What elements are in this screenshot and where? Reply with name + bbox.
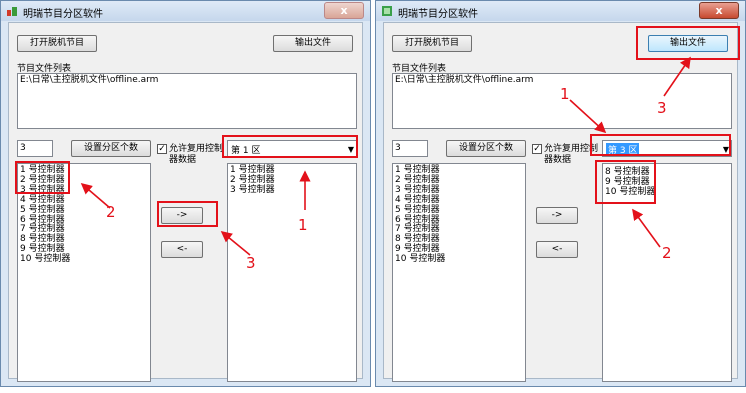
- annotation-label-3: 3: [657, 99, 667, 117]
- arrow-2-right: [632, 208, 661, 248]
- arrow-1-right: [569, 99, 607, 134]
- annotation-label-1: 1: [560, 85, 570, 103]
- annotation-label-2: 2: [662, 244, 672, 262]
- annotation-label-2: 2: [106, 203, 116, 221]
- annotation-arrows: [80, 56, 691, 256]
- annotation-label-3: 3: [246, 254, 256, 272]
- arrow-3: [220, 230, 251, 256]
- annotation-label-1: 1: [298, 216, 308, 234]
- arrow-3-right: [663, 56, 691, 97]
